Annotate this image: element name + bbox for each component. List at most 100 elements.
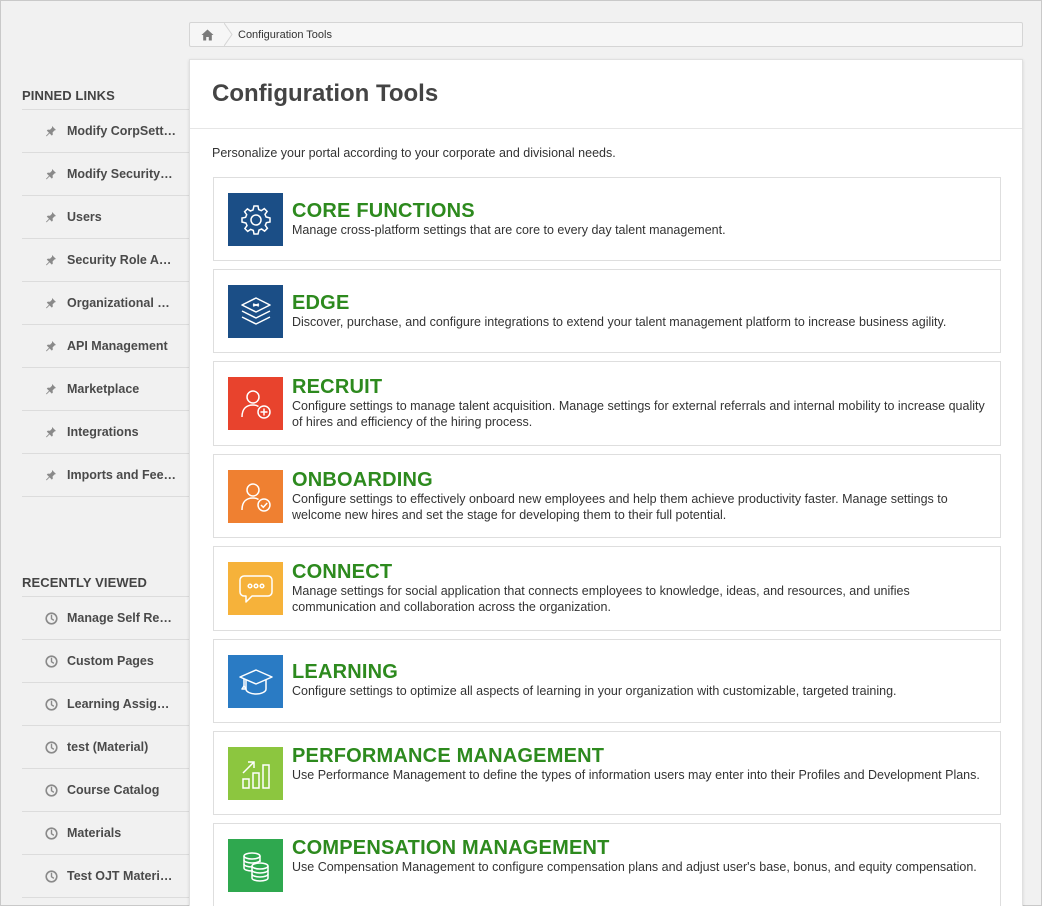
pinned-links-heading: PINNED LINKS [22,88,115,103]
breadcrumb: Configuration Tools [189,22,1023,47]
recent-link-item[interactable]: Test OJT Materi… [22,855,189,898]
tool-title[interactable]: ONBOARDING [292,469,988,491]
pinned-link-label: Integrations [67,425,139,439]
chat-bubble-icon [228,562,283,615]
tool-connect[interactable]: CONNECT Manage settings for social applic… [213,546,1001,631]
tool-onboarding[interactable]: ONBOARDING Configure settings to effectiv… [213,454,1001,538]
pinned-link-item[interactable]: Integrations [22,411,189,454]
tool-text: CONNECT Manage settings for social applic… [292,561,988,615]
tool-edge[interactable]: EDGE Discover, purchase, and configure in… [213,269,1001,353]
pinned-link-item[interactable]: Modify CorpSett… [22,110,189,153]
pin-icon [44,468,58,482]
breadcrumb-home[interactable] [190,23,224,46]
tool-description: Manage settings for social application t… [292,584,910,614]
home-icon [201,29,213,40]
pinned-link-item[interactable]: Modify Security… [22,153,189,196]
tool-learning[interactable]: LEARNING Configure settings to optimize a… [213,639,1001,723]
pinned-link-label: Modify CorpSett… [67,124,177,138]
tool-title[interactable]: CONNECT [292,561,988,583]
coins-icon [228,839,283,892]
growth-chart-icon [228,747,283,800]
user-add-icon [228,377,283,430]
pin-icon [44,296,58,310]
recent-link-item[interactable]: Custom Pages [22,640,189,683]
recent-link-item[interactable]: test (Material) [22,726,189,769]
recent-link-item[interactable]: Manage Self Re… [22,597,189,640]
clock-icon [44,740,58,754]
pinned-link-item[interactable]: Imports and Fee… [22,454,189,497]
recent-link-label: Learning Assig… [67,697,170,711]
tool-text: COMPENSATION MANAGEMENT Use Compensation … [292,837,988,876]
pin-icon [44,425,58,439]
tool-text: LEARNING Configure settings to optimize a… [292,661,988,700]
clock-icon [44,869,58,883]
pin-icon [44,253,58,267]
breadcrumb-current: Configuration Tools [238,28,332,41]
clock-icon [44,783,58,797]
tool-title[interactable]: LEARNING [292,661,988,683]
tool-description: Use Performance Management to define the… [292,768,980,782]
recent-link-label: Custom Pages [67,654,154,668]
graduation-cap-icon [228,655,283,708]
tool-performance-management[interactable]: PERFORMANCE MANAGEMENT Use Performance Ma… [213,731,1001,815]
page-title: Configuration Tools [190,60,1022,129]
tool-text: CORE FUNCTIONS Manage cross-platform sett… [292,200,988,239]
recent-link-label: Test OJT Materi… [67,869,173,883]
tool-text: PERFORMANCE MANAGEMENT Use Performance Ma… [292,745,988,784]
recently-viewed-list: Manage Self Re… Custom Pages Learning Assi… [22,596,189,898]
pinned-link-item[interactable]: Security Role A… [22,239,189,282]
pinned-link-item[interactable]: Users [22,196,189,239]
clock-icon [44,826,58,840]
gear-icon [228,193,283,246]
tool-description: Configure settings to optimize all aspec… [292,684,897,698]
tool-description: Configure settings to effectively onboar… [292,492,948,522]
pinned-link-label: Security Role A… [67,253,172,267]
tool-title[interactable]: EDGE [292,292,988,314]
pinned-link-item[interactable]: Organizational … [22,282,189,325]
tool-title[interactable]: PERFORMANCE MANAGEMENT [292,745,988,767]
tool-description: Discover, purchase, and configure integr… [292,315,947,329]
tool-description: Configure settings to manage talent acqu… [292,399,985,429]
tool-text: EDGE Discover, purchase, and configure in… [292,292,988,331]
pinned-link-label: Modify Security… [67,167,173,181]
tool-compensation-management[interactable]: COMPENSATION MANAGEMENT Use Compensation … [213,823,1001,906]
tool-description: Manage cross-platform settings that are … [292,223,726,237]
pin-icon [44,339,58,353]
pin-icon [44,382,58,396]
recent-link-label: Materials [67,826,122,840]
clock-icon [44,611,58,625]
pin-icon [44,210,58,224]
recent-link-item[interactable]: Course Catalog [22,769,189,812]
recent-link-label: Course Catalog [67,783,160,797]
pinned-link-label: Imports and Fee… [67,468,177,482]
tool-title[interactable]: RECRUIT [292,376,988,398]
tool-title[interactable]: CORE FUNCTIONS [292,200,988,222]
page-intro: Personalize your portal according to you… [212,146,616,160]
tool-text: ONBOARDING Configure settings to effectiv… [292,469,988,523]
pin-icon [44,124,58,138]
pinned-links-list: Modify CorpSett… Modify Security… Users Sec… [22,109,189,497]
tool-title[interactable]: COMPENSATION MANAGEMENT [292,837,988,859]
tool-core-functions[interactable]: CORE FUNCTIONS Manage cross-platform sett… [213,177,1001,261]
pin-icon [44,167,58,181]
layers-icon [228,285,283,338]
breadcrumb-separator-icon [224,23,233,46]
recently-viewed-heading: RECENTLY VIEWED [22,575,148,590]
recent-link-label: test (Material) [67,740,149,754]
clock-icon [44,654,58,668]
pinned-link-item[interactable]: Marketplace [22,368,189,411]
recent-link-item[interactable]: Materials [22,812,189,855]
tool-description: Use Compensation Management to configure… [292,860,977,874]
pinned-link-label: Marketplace [67,382,140,396]
clock-icon [44,697,58,711]
tool-recruit[interactable]: RECRUIT Configure settings to manage tale… [213,361,1001,446]
recent-link-item[interactable]: Learning Assig… [22,683,189,726]
tool-text: RECRUIT Configure settings to manage tale… [292,376,988,430]
user-check-icon [228,470,283,523]
pinned-link-label: Organizational … [67,296,170,310]
pinned-link-label: Users [67,210,102,224]
pinned-link-item[interactable]: API Management [22,325,189,368]
recent-link-label: Manage Self Re… [67,611,172,625]
main-panel: Configuration Tools Personalize your por… [189,59,1023,906]
pinned-link-label: API Management [67,339,168,353]
